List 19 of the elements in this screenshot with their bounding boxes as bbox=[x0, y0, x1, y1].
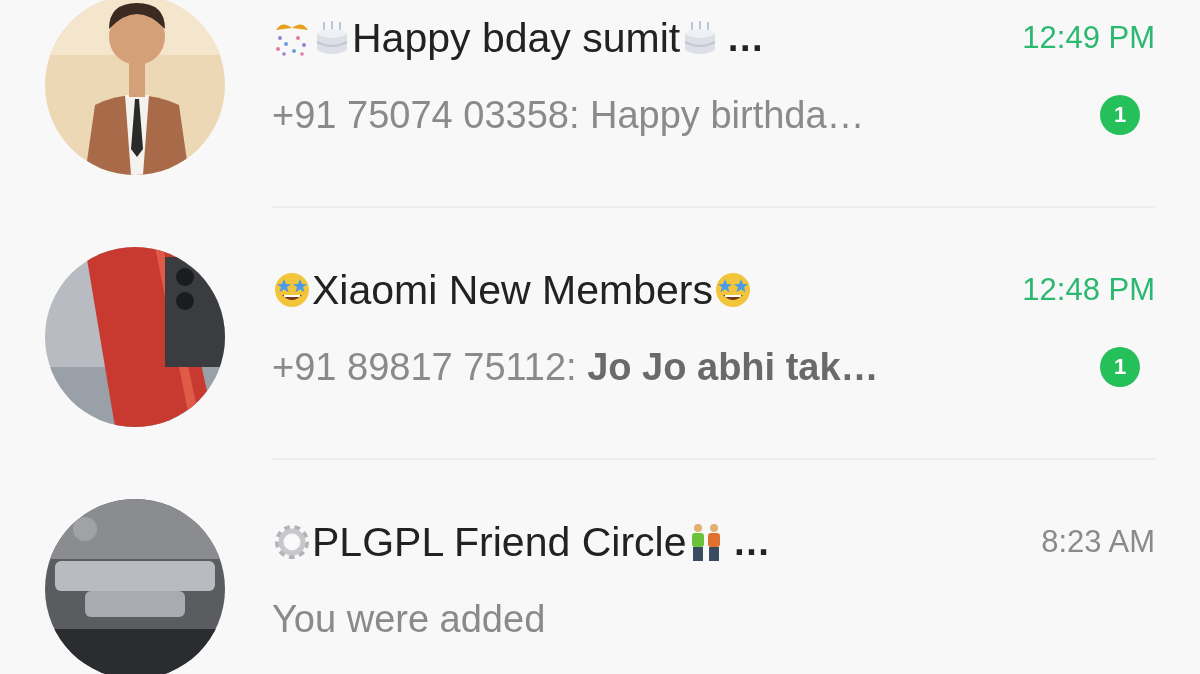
message-preview: You were added bbox=[272, 597, 546, 641]
timestamp: 12:48 PM bbox=[1022, 272, 1155, 308]
message-preview: +91 75074 03358: Happy birthda… bbox=[272, 93, 865, 137]
ellipsis-text: … bbox=[732, 520, 771, 564]
timestamp: 8:23 AM bbox=[1041, 524, 1155, 560]
chat-name: Xiaomi New Members bbox=[312, 266, 713, 314]
chat-row[interactable]: Xiaomi New Members 12:48 PM +91 89817 75112: Jo Jo abhi tak… 1 bbox=[0, 247, 1200, 499]
chat-name: Happy bday sumit bbox=[352, 14, 681, 62]
unread-count-badge: 1 bbox=[1100, 347, 1140, 387]
unread-count-badge: 1 bbox=[1100, 95, 1140, 135]
star-eyes-smiley-icon bbox=[713, 270, 753, 310]
message-preview: +91 89817 75112: Jo Jo abhi tak… bbox=[272, 345, 879, 389]
chat-row[interactable]: PLGPL Friend Circle … 8:23 AM You were added bbox=[0, 499, 1200, 674]
gear-icon bbox=[272, 522, 312, 562]
chat-row[interactable]: Happy bday sumit … 12:49 PM +91 75074 03358: Happy birthda… 1 bbox=[0, 0, 1200, 247]
ellipsis-text: … bbox=[726, 16, 765, 60]
star-eyes-smiley-icon bbox=[272, 270, 312, 310]
chat-name: PLGPL Friend Circle bbox=[312, 518, 687, 566]
timestamp: 12:49 PM bbox=[1022, 20, 1155, 56]
